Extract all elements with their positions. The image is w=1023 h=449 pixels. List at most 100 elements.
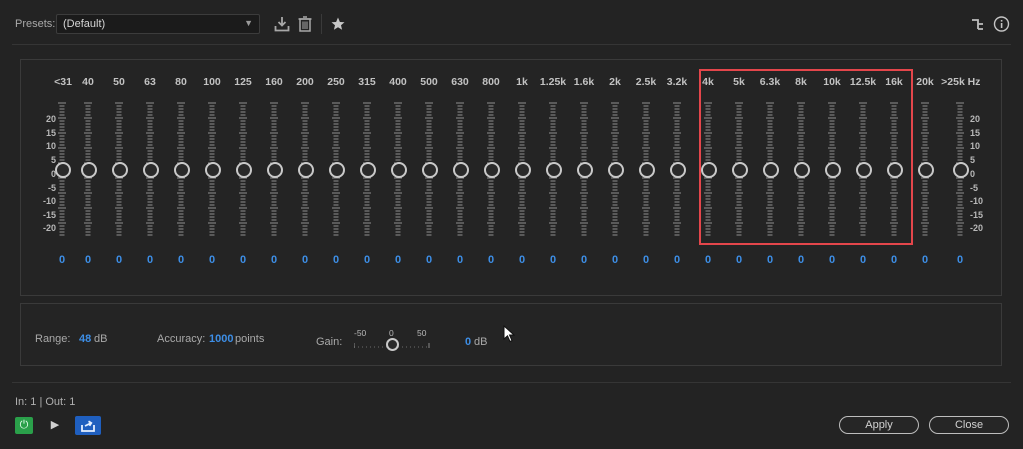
db-scale-tick: 20 bbox=[970, 114, 981, 124]
band-slider-knob[interactable] bbox=[112, 162, 128, 178]
band-slider-knob[interactable] bbox=[670, 162, 686, 178]
frequency-unit-label: Hz bbox=[967, 76, 981, 88]
db-scale-tick: -5 bbox=[47, 183, 56, 193]
band-gain-value[interactable]: 0 bbox=[326, 254, 346, 266]
highlight-box bbox=[699, 69, 913, 245]
export-icon bbox=[81, 420, 95, 432]
band-slider-knob[interactable] bbox=[55, 162, 71, 178]
header-divider bbox=[12, 44, 1011, 45]
band-slider-knob[interactable] bbox=[267, 162, 283, 178]
band-gain-value[interactable]: 0 bbox=[698, 254, 718, 266]
band-slider-knob[interactable] bbox=[143, 162, 159, 178]
accuracy-value[interactable]: 1000 bbox=[209, 333, 233, 345]
band-gain-value[interactable]: 0 bbox=[78, 254, 98, 266]
band-gain-value[interactable]: 0 bbox=[636, 254, 656, 266]
range-label: Range: bbox=[35, 333, 71, 345]
db-scale-tick: 0 bbox=[970, 169, 976, 179]
band-gain-value[interactable]: 0 bbox=[574, 254, 594, 266]
band-slider-knob[interactable] bbox=[918, 162, 934, 178]
band-slider-knob[interactable] bbox=[577, 162, 593, 178]
band-slider-knob[interactable] bbox=[205, 162, 221, 178]
db-scale-tick: -20 bbox=[970, 223, 984, 233]
db-scale-tick: 0 bbox=[50, 169, 56, 179]
gain-tick-min: -50 bbox=[354, 328, 367, 338]
band-slider-knob[interactable] bbox=[953, 162, 969, 178]
routing-icon[interactable] bbox=[970, 15, 986, 33]
band-slider-knob[interactable] bbox=[298, 162, 314, 178]
band-gain-value[interactable]: 0 bbox=[822, 254, 842, 266]
band-gain-value[interactable]: 0 bbox=[52, 254, 72, 266]
band-slider-knob[interactable] bbox=[360, 162, 376, 178]
band-gain-value[interactable]: 0 bbox=[791, 254, 811, 266]
gain-tick-max: 50 bbox=[417, 328, 427, 338]
db-scale-tick: -20 bbox=[42, 223, 56, 233]
band-gain-value[interactable]: 0 bbox=[481, 254, 501, 266]
band-gain-value[interactable]: 0 bbox=[202, 254, 222, 266]
gain-tick-zero: 0 bbox=[389, 328, 394, 338]
range-value[interactable]: 48 bbox=[79, 333, 91, 345]
delete-preset-icon[interactable] bbox=[297, 15, 313, 33]
band-gain-value[interactable]: 0 bbox=[884, 254, 904, 266]
band-gain-value[interactable]: 0 bbox=[171, 254, 191, 266]
band-slider-knob[interactable] bbox=[236, 162, 252, 178]
gain-slider-knob[interactable] bbox=[386, 338, 399, 351]
presets-label: Presets: bbox=[15, 18, 56, 30]
band-slider-knob[interactable] bbox=[484, 162, 500, 178]
band-gain-value[interactable]: 0 bbox=[667, 254, 687, 266]
db-scale-tick: 10 bbox=[45, 141, 56, 151]
band-gain-value[interactable]: 0 bbox=[295, 254, 315, 266]
band-slider-knob[interactable] bbox=[453, 162, 469, 178]
band-slider-knob[interactable] bbox=[174, 162, 190, 178]
power-toggle-button[interactable]: ⏻ bbox=[15, 417, 33, 434]
band-gain-value[interactable]: 0 bbox=[543, 254, 563, 266]
mouse-cursor-icon bbox=[503, 324, 516, 346]
chevron-down-icon: ▼ bbox=[244, 18, 253, 28]
band-gain-value[interactable]: 0 bbox=[760, 254, 780, 266]
favorite-star-icon[interactable] bbox=[330, 15, 346, 33]
toolbar-divider bbox=[321, 14, 322, 34]
band-gain-value[interactable]: 0 bbox=[450, 254, 470, 266]
band-gain-value[interactable]: 0 bbox=[915, 254, 935, 266]
db-scale-tick: 5 bbox=[970, 155, 976, 165]
db-scale-tick: 20 bbox=[45, 114, 56, 124]
band-gain-value[interactable]: 0 bbox=[853, 254, 873, 266]
presets-dropdown[interactable]: (Default) ▼ bbox=[56, 14, 260, 34]
db-scale-tick: 10 bbox=[970, 141, 981, 151]
band-gain-value[interactable]: 0 bbox=[950, 254, 970, 266]
play-button[interactable]: ▶ bbox=[46, 417, 64, 434]
footer-divider bbox=[12, 382, 1011, 383]
db-scale-tick: 15 bbox=[970, 128, 981, 138]
band-slider-knob[interactable] bbox=[639, 162, 655, 178]
apply-button[interactable]: Apply bbox=[839, 416, 919, 434]
close-button[interactable]: Close bbox=[929, 416, 1009, 434]
gain-value[interactable]: 0 bbox=[465, 336, 471, 348]
info-icon[interactable] bbox=[993, 15, 1010, 33]
power-icon: ⏻ bbox=[19, 419, 29, 431]
band-gain-value[interactable]: 0 bbox=[264, 254, 284, 266]
db-scale-tick: -10 bbox=[970, 196, 984, 206]
band-gain-value[interactable]: 0 bbox=[605, 254, 625, 266]
db-scale-tick: -10 bbox=[42, 196, 56, 206]
band-slider-knob[interactable] bbox=[81, 162, 97, 178]
band-gain-value[interactable]: 0 bbox=[140, 254, 160, 266]
band-slider-knob[interactable] bbox=[391, 162, 407, 178]
db-scale-tick: 15 bbox=[45, 128, 56, 138]
band-slider-knob[interactable] bbox=[422, 162, 438, 178]
band-slider-knob[interactable] bbox=[515, 162, 531, 178]
band-slider-knob[interactable] bbox=[546, 162, 562, 178]
save-preset-icon[interactable] bbox=[274, 15, 290, 33]
band-gain-value[interactable]: 0 bbox=[729, 254, 749, 266]
band-slider-knob[interactable] bbox=[329, 162, 345, 178]
band-gain-value[interactable]: 0 bbox=[233, 254, 253, 266]
band-gain-value[interactable]: 0 bbox=[109, 254, 129, 266]
io-channels-text: In: 1 | Out: 1 bbox=[15, 396, 76, 408]
band-gain-value[interactable]: 0 bbox=[388, 254, 408, 266]
band-slider-knob[interactable] bbox=[608, 162, 624, 178]
accuracy-unit: points bbox=[235, 333, 265, 345]
band-gain-value[interactable]: 0 bbox=[512, 254, 532, 266]
band-gain-value[interactable]: 0 bbox=[419, 254, 439, 266]
gain-label: Gain: bbox=[316, 336, 343, 348]
apply-to-selection-button[interactable] bbox=[75, 416, 101, 435]
band-gain-value[interactable]: 0 bbox=[357, 254, 377, 266]
db-scale-tick: -15 bbox=[970, 210, 984, 220]
